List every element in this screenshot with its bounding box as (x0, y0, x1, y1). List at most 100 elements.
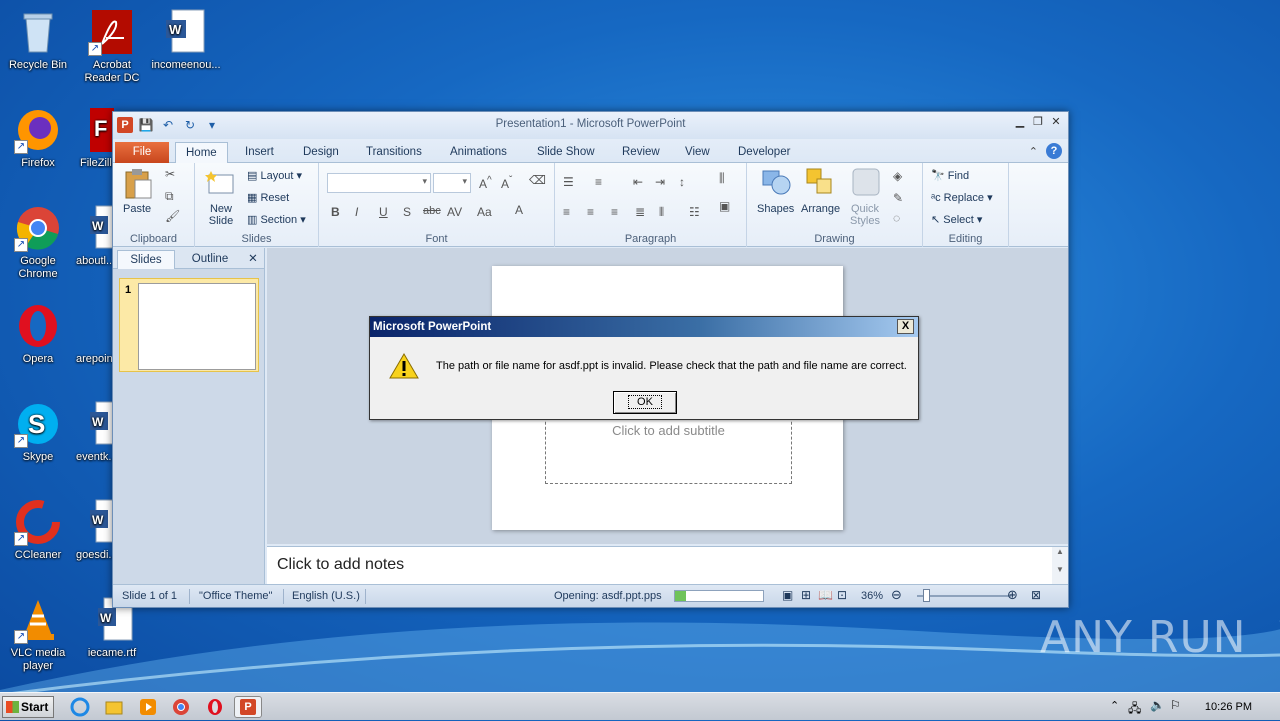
powerpoint-taskbar-button[interactable]: P (234, 696, 262, 718)
font-name-select[interactable]: ▾ (327, 173, 431, 193)
shape-fill-icon[interactable]: ◈ (893, 169, 902, 183)
shapes-icon[interactable] (761, 167, 791, 199)
quick-styles-button[interactable]: Quick Styles (847, 203, 883, 227)
cut-icon[interactable]: ✂ (165, 167, 175, 181)
normal-view-icon[interactable]: ▣ (782, 588, 793, 602)
align-center-icon[interactable]: ≡ (587, 205, 594, 219)
close-button[interactable]: ✕ (1048, 116, 1064, 130)
explorer-icon[interactable] (104, 697, 124, 717)
show-hidden-icons-icon[interactable]: ⌃ (1110, 699, 1119, 712)
character-spacing-icon[interactable]: AV (447, 205, 462, 219)
desktop-icon-incomeenou[interactable]: W incomeenou... (148, 8, 224, 72)
text-direction-icon[interactable]: ⫼ (719, 171, 725, 186)
desktop-icon-ccleaner[interactable]: ↗ CCleaner (0, 498, 76, 562)
slide-thumbnail[interactable]: 1 (119, 278, 259, 372)
tab-file[interactable]: File (115, 142, 169, 163)
tab-outline-pane[interactable]: Outline (179, 250, 241, 269)
line-spacing-icon[interactable]: ↕ (679, 175, 685, 189)
clear-formatting-icon[interactable]: ⌫ (529, 173, 546, 187)
tab-design[interactable]: Design (293, 142, 349, 163)
tab-review[interactable]: Review (612, 142, 670, 163)
slide-sorter-icon[interactable]: ⊞ (801, 588, 811, 602)
close-pane-icon[interactable]: ✕ (245, 250, 261, 269)
desktop-icon-skype[interactable]: S ↗ Skype (0, 400, 76, 464)
increase-indent-icon[interactable]: ⇥ (655, 175, 665, 189)
replace-button[interactable]: ᵃc Replace ▾ (931, 191, 993, 204)
chrome-taskbar-icon[interactable] (171, 697, 191, 717)
theme-name[interactable]: "Office Theme" (199, 590, 272, 602)
tab-animations[interactable]: Animations (440, 142, 517, 163)
reading-view-icon[interactable]: 📖 (818, 588, 833, 602)
tab-developer[interactable]: Developer (728, 142, 800, 163)
zoom-out-icon[interactable]: ⊖ (891, 587, 902, 603)
desktop-icon-chrome[interactable]: ↗ Google Chrome (0, 204, 76, 281)
desktop-icon-eventk[interactable]: W eventk... (74, 400, 114, 464)
language[interactable]: English (U.S.) (292, 590, 360, 602)
minimize-button[interactable]: ▁ (1012, 116, 1028, 130)
paste-button[interactable]: Paste (123, 203, 151, 215)
paste-icon[interactable] (123, 168, 153, 200)
opera-taskbar-icon[interactable] (205, 697, 225, 717)
format-painter-icon[interactable]: 🖌 (165, 209, 180, 223)
zoom-in-icon[interactable]: ⊕ (1007, 587, 1018, 603)
strikethrough-icon[interactable]: abc (423, 205, 441, 217)
italic-icon[interactable]: I (355, 205, 358, 219)
decrease-indent-icon[interactable]: ⇤ (633, 175, 643, 189)
change-case-icon[interactable]: Aa (477, 205, 492, 219)
desktop-icon-acrobat[interactable]: ↗ Acrobat Reader DC (74, 8, 150, 85)
zoom-slider-thumb[interactable] (923, 589, 930, 602)
shadow-icon[interactable]: S (403, 205, 411, 219)
shape-effects-icon[interactable]: ◌ (893, 211, 900, 225)
tab-transitions[interactable]: Transitions (356, 142, 432, 163)
arrange-icon[interactable] (805, 167, 835, 199)
arrange-button[interactable]: Arrange (801, 203, 840, 215)
quick-styles-icon[interactable] (851, 167, 881, 199)
copy-icon[interactable]: ⧉ (165, 189, 174, 204)
ok-button[interactable]: OK (613, 391, 677, 414)
media-player-icon[interactable] (138, 697, 158, 717)
minimize-ribbon-icon[interactable]: ⌃ (1029, 145, 1038, 158)
tab-view[interactable]: View (675, 142, 720, 163)
desktop-icon-recycle-bin[interactable]: Recycle Bin (0, 8, 76, 72)
ie-icon[interactable] (70, 697, 90, 717)
find-button[interactable]: 🔭 Find (931, 169, 969, 182)
shape-outline-icon[interactable]: ✎ (893, 191, 903, 205)
select-button[interactable]: ↖ Select ▾ (931, 213, 982, 226)
numbering-icon[interactable]: ≡ (595, 175, 602, 189)
network-icon[interactable]: 🖧 (1128, 699, 1141, 720)
underline-icon[interactable]: U (379, 205, 388, 219)
columns-icon[interactable]: ⫴ (659, 205, 664, 220)
shrink-font-icon[interactable]: Aˇ (501, 175, 512, 191)
tab-slides-pane[interactable]: Slides (117, 250, 175, 269)
font-color-icon[interactable]: A (515, 203, 523, 217)
start-button[interactable]: Start (2, 696, 54, 718)
action-center-flag-icon[interactable]: ⚐ (1170, 698, 1181, 712)
dialog-close-button[interactable]: X (897, 319, 914, 334)
clock[interactable]: 10:26 PM (1205, 701, 1252, 713)
desktop-icon-aboutl[interactable]: W aboutl... (74, 204, 114, 268)
desktop-icon-goesdi[interactable]: W goesdi... (74, 498, 114, 562)
new-slide-button[interactable]: New Slide (203, 203, 239, 227)
zoom-slider[interactable] (917, 595, 1011, 597)
tab-slide-show[interactable]: Slide Show (527, 142, 605, 163)
bullets-icon[interactable]: ☰ (563, 175, 574, 189)
section-button[interactable]: ▥ Section ▾ (247, 213, 306, 226)
volume-icon[interactable]: 🔈 (1150, 698, 1165, 712)
align-text-icon[interactable]: ☷ (689, 205, 700, 219)
justify-icon[interactable]: ≣ (635, 205, 645, 219)
zoom-level[interactable]: 36% (861, 590, 883, 602)
shapes-button[interactable]: Shapes (757, 203, 794, 215)
notes-scrollbar[interactable]: ▲ ▼ (1052, 547, 1068, 585)
notes-pane[interactable]: Click to add notes ▲ ▼ (267, 546, 1068, 585)
tab-home[interactable]: Home (175, 142, 228, 164)
new-slide-icon[interactable] (205, 167, 235, 199)
bold-icon[interactable]: B (331, 205, 340, 219)
desktop-icon-filezilla[interactable]: F FileZilla (74, 106, 114, 170)
desktop-icon-arepoint[interactable]: arepoint (74, 302, 114, 366)
align-left-icon[interactable]: ≡ (563, 205, 570, 219)
font-size-select[interactable]: ▾ (433, 173, 471, 193)
grow-font-icon[interactable]: A^ (479, 175, 492, 191)
align-right-icon[interactable]: ≡ (611, 205, 618, 219)
tab-insert[interactable]: Insert (235, 142, 284, 163)
help-icon[interactable]: ? (1046, 143, 1062, 159)
